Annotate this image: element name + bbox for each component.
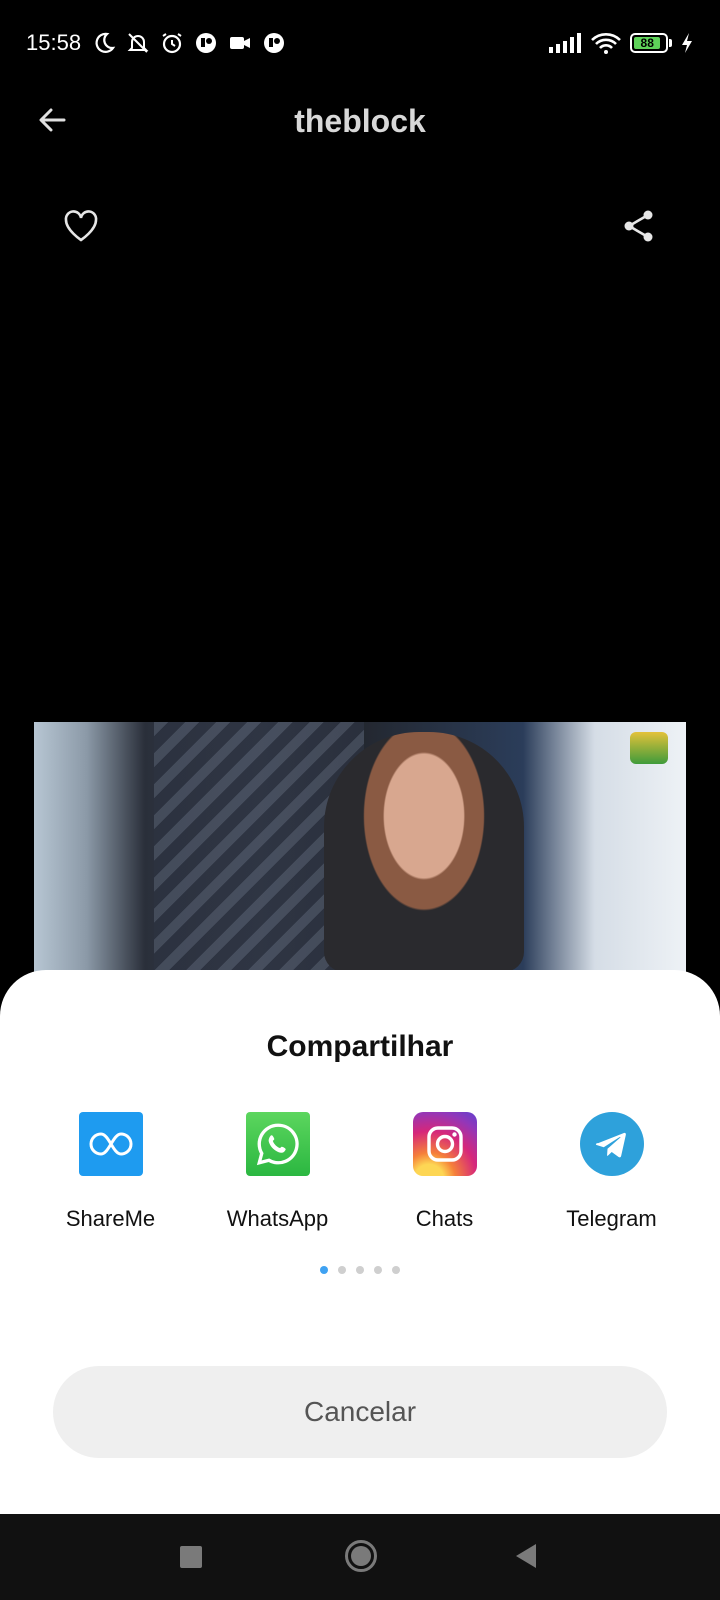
page-dot-active[interactable]	[320, 1266, 328, 1274]
alarm-icon	[159, 30, 185, 56]
sheet-title: Compartilhar	[266, 1030, 454, 1063]
recents-icon[interactable]	[180, 1546, 202, 1568]
back-icon[interactable]	[516, 1544, 536, 1568]
page-dot[interactable]	[392, 1266, 400, 1274]
share-button[interactable]	[616, 205, 662, 251]
share-app-grid: ShareMe WhatsApp Chats Telegram	[0, 1112, 720, 1232]
status-right: 88	[548, 30, 694, 56]
app-label: Chats	[415, 1206, 474, 1231]
share-target-shareme[interactable]: ShareMe	[27, 1112, 194, 1232]
status-time: 15:58	[26, 30, 82, 55]
page-dot[interactable]	[338, 1266, 346, 1274]
home-icon[interactable]	[345, 1540, 377, 1572]
shareme-icon	[78, 1112, 143, 1176]
share-target-whatsapp[interactable]: WhatsApp	[194, 1112, 361, 1232]
whatsapp-icon	[245, 1112, 310, 1176]
battery-level: 88	[634, 36, 661, 50]
moon-icon	[91, 30, 117, 56]
wifi-icon	[590, 30, 622, 56]
page-dot[interactable]	[374, 1266, 382, 1274]
app-label: Telegram	[566, 1206, 657, 1231]
back-button[interactable]	[30, 100, 74, 144]
share-icon	[621, 208, 657, 249]
status-bar: 15:58 88	[0, 0, 720, 86]
action-row	[0, 205, 720, 265]
heart-icon	[63, 209, 99, 248]
telegram-icon	[579, 1112, 644, 1176]
page-indicator	[0, 1266, 720, 1274]
instagram-icon	[412, 1112, 477, 1176]
gif-preview[interactable]	[34, 722, 686, 972]
app-notification-icon	[261, 30, 287, 56]
battery-icon: 88	[630, 33, 672, 53]
share-target-telegram[interactable]: Telegram	[528, 1112, 695, 1232]
status-left: 15:58	[26, 30, 287, 56]
app-label: WhatsApp	[226, 1206, 329, 1231]
app-notification-icon	[193, 30, 219, 56]
share-target-instagram-chats[interactable]: Chats	[361, 1112, 528, 1232]
app-bar: theblock	[0, 86, 720, 156]
person-image	[324, 732, 524, 972]
muted-bell-icon	[125, 30, 151, 56]
share-sheet: Compartilhar ShareMe WhatsApp Chats Tele…	[0, 970, 720, 1514]
charging-icon	[680, 30, 694, 56]
app-label: ShareMe	[65, 1206, 156, 1231]
cancel-button[interactable]: Cancelar	[53, 1366, 667, 1458]
watermark-logo	[630, 732, 668, 764]
page-dot[interactable]	[356, 1266, 364, 1274]
navigation-bar	[0, 1514, 720, 1600]
favorite-button[interactable]	[58, 205, 104, 251]
arrow-left-icon	[37, 105, 67, 140]
page-title: theblock	[294, 102, 426, 139]
video-camera-icon	[227, 30, 253, 56]
signal-icon	[548, 30, 582, 56]
